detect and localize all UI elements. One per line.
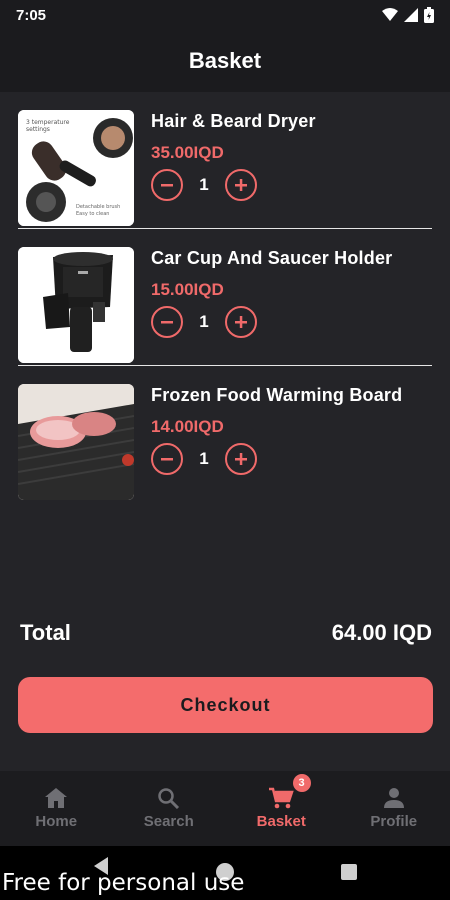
cup-holder-image[interactable]: [18, 247, 134, 363]
item-price: 35.00IQD: [151, 143, 224, 162]
cart-item: Frozen Food Warming Board 14.00IQD 1: [18, 366, 432, 503]
decrease-quantity-button[interactable]: [151, 169, 183, 201]
hair-dryer-image[interactable]: 3 temperature settings Detachable brush …: [18, 110, 134, 226]
quantity-value: 1: [199, 449, 209, 468]
quantity-value: 1: [199, 312, 209, 331]
svg-text:3 temperature: 3 temperature: [26, 119, 70, 126]
svg-text:Detachable brush: Detachable brush: [76, 204, 120, 210]
quantity-stepper: 1: [151, 169, 257, 201]
svg-text:Easy to clean: Easy to clean: [76, 211, 109, 217]
checkout-button[interactable]: Checkout: [18, 677, 433, 733]
nav-item-home[interactable]: Home: [0, 771, 113, 846]
cart-item: Car Cup And Saucer Holder 15.00IQD 1: [18, 229, 432, 366]
status-bar: 7:05: [0, 0, 450, 30]
page-title: Basket: [188, 48, 262, 73]
quantity-stepper: 1: [151, 306, 257, 338]
quantity-stepper: 1: [151, 443, 257, 475]
person-icon: [383, 788, 404, 808]
nav-label-basket: Basket: [256, 813, 306, 830]
nav-item-profile[interactable]: Profile: [338, 771, 450, 846]
plus-icon: [235, 316, 247, 328]
cart-item: 3 temperature settings Detachable brush …: [18, 92, 432, 229]
item-price: 15.00IQD: [151, 280, 224, 299]
nav-label-search: Search: [143, 813, 194, 830]
total-row: Total 64.00 IQD: [20, 620, 432, 646]
defrost-board-image[interactable]: [18, 384, 134, 500]
item-name: Frozen Food Warming Board: [151, 385, 403, 405]
bottom-nav: Home Search 3 Basket Profile: [0, 771, 450, 846]
increase-quantity-button[interactable]: [225, 443, 257, 475]
total-label: Total: [20, 620, 71, 645]
minus-icon: [161, 184, 173, 187]
nav-item-search[interactable]: Search: [113, 771, 226, 846]
decrease-quantity-button[interactable]: [151, 443, 183, 475]
increase-quantity-button[interactable]: [225, 306, 257, 338]
signal-icon: [404, 8, 418, 22]
increase-quantity-button[interactable]: [225, 169, 257, 201]
app-header: Basket: [0, 30, 450, 92]
nav-item-basket[interactable]: 3 Basket: [225, 771, 338, 846]
nav-label-home: Home: [35, 813, 78, 830]
wifi-icon: [382, 8, 398, 21]
item-price: 14.00IQD: [151, 417, 224, 436]
svg-text:settings: settings: [26, 126, 50, 133]
status-icons: [382, 7, 434, 23]
plus-icon: [235, 453, 247, 465]
nav-label-profile: Profile: [370, 813, 418, 830]
minus-icon: [161, 458, 173, 461]
item-name: Car Cup And Saucer Holder: [151, 248, 393, 268]
minus-icon: [161, 321, 173, 324]
cart-list: 3 temperature settings Detachable brush …: [0, 92, 450, 503]
home-icon: [45, 788, 68, 808]
plus-icon: [235, 179, 247, 191]
cart-count-badge: 3: [292, 774, 311, 792]
cart-icon: [269, 787, 294, 809]
recents-icon[interactable]: [340, 863, 358, 881]
watermark-text: Free for personal use: [2, 870, 245, 896]
item-name: Hair & Beard Dryer: [151, 111, 316, 131]
battery-icon: [424, 7, 434, 23]
total-value: 64.00 IQD: [331, 620, 432, 645]
status-time: 7:05: [16, 6, 47, 24]
quantity-value: 1: [199, 175, 209, 194]
decrease-quantity-button[interactable]: [151, 306, 183, 338]
search-icon: [158, 788, 179, 809]
